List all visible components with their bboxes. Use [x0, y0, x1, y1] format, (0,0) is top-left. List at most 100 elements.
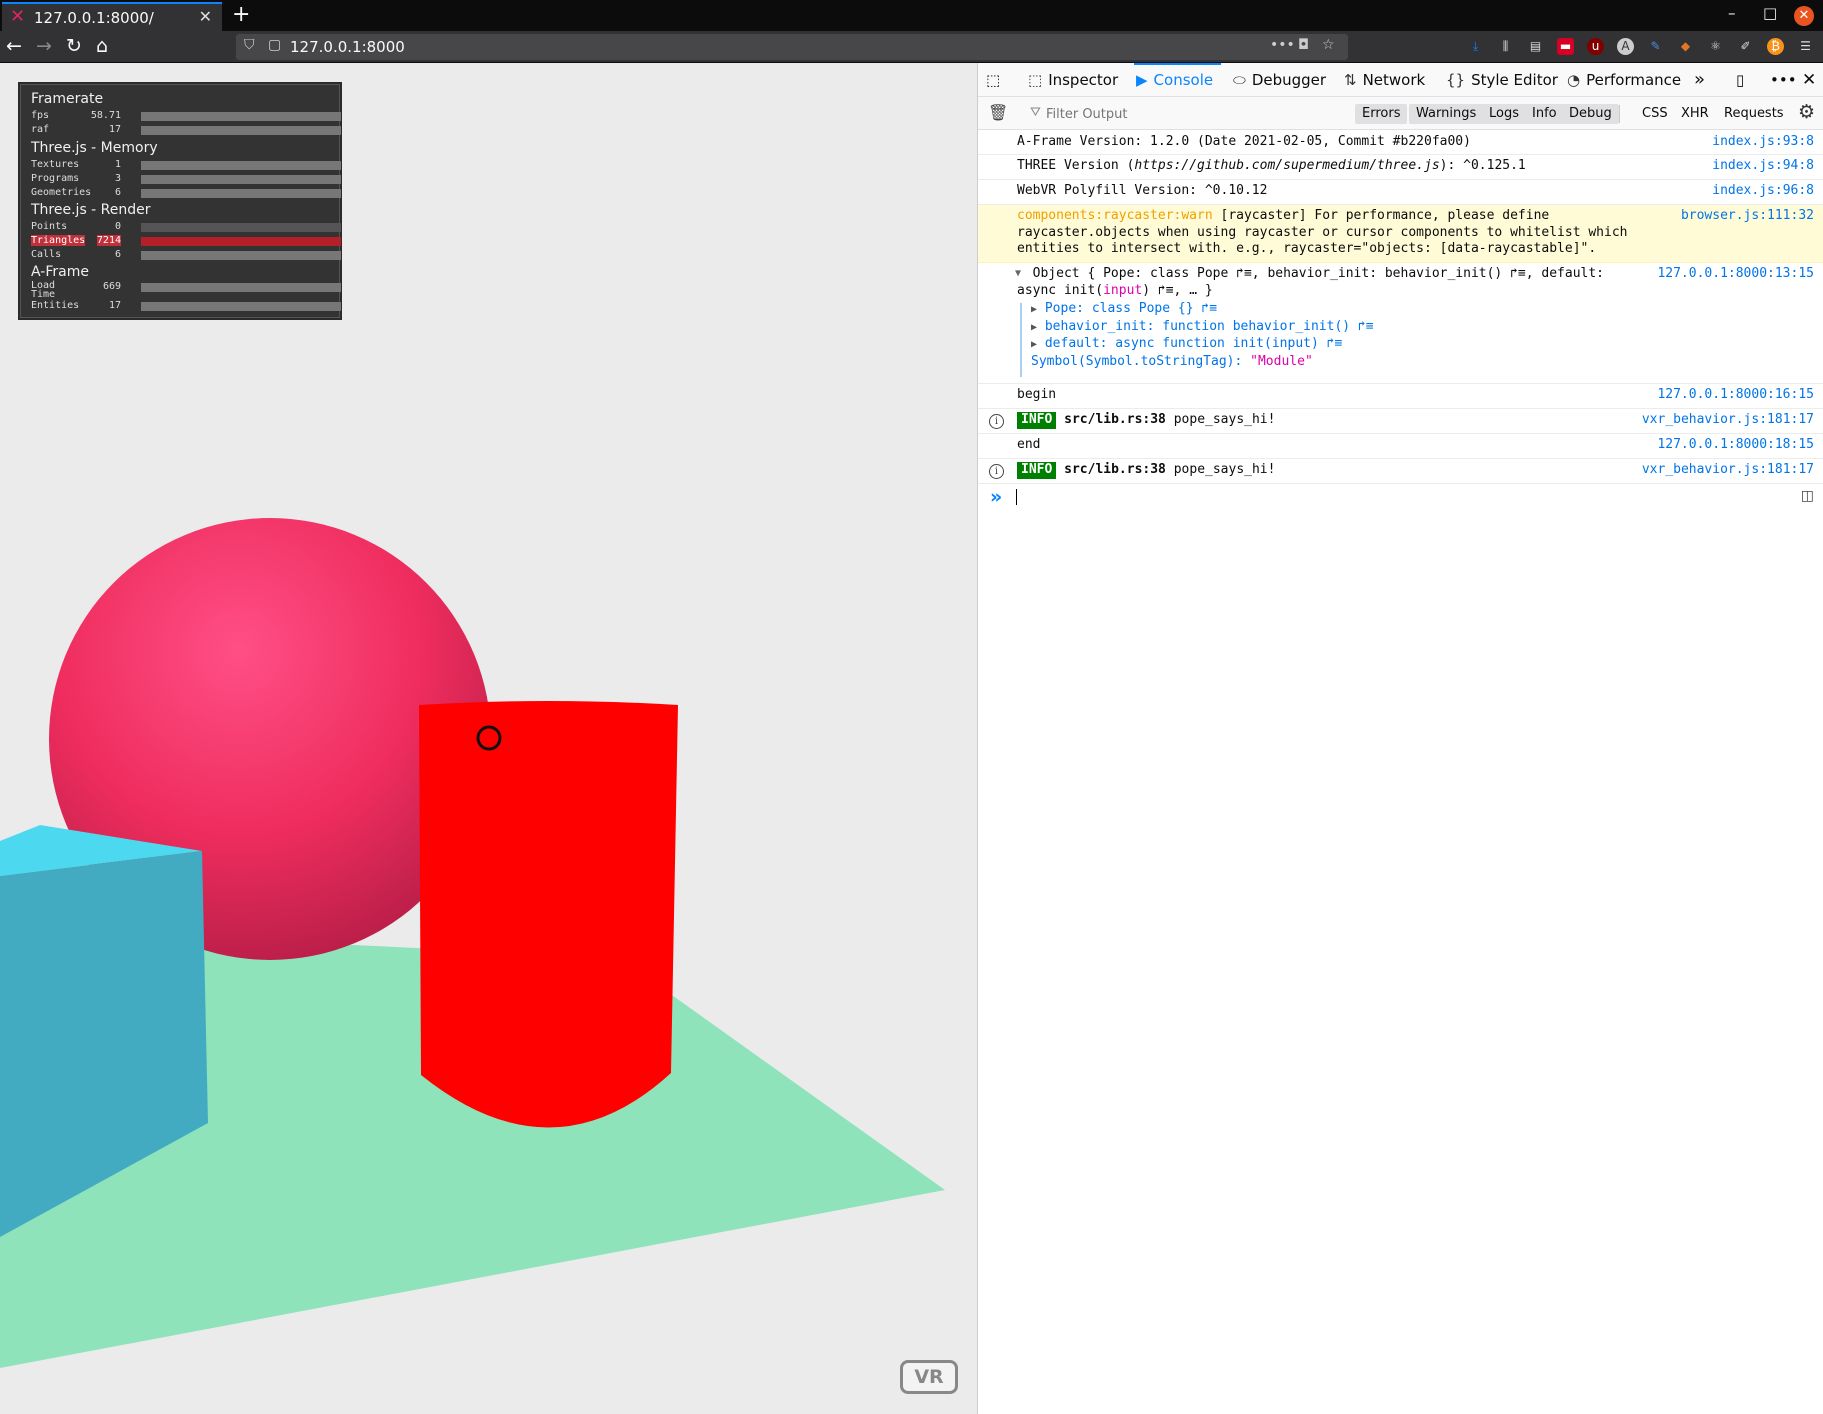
- stats-row: Programs 3: [31, 173, 341, 185]
- message-source-link[interactable]: index.js:94:8: [1712, 158, 1814, 173]
- home-icon[interactable]: ⌂: [96, 35, 108, 57]
- shield-icon[interactable]: ⛉: [244, 37, 255, 53]
- close-devtools-icon[interactable]: ✕: [1802, 63, 1816, 97]
- message-source-link[interactable]: 127.0.0.1:8000:13:15: [1657, 266, 1814, 281]
- performance-icon: ◔: [1567, 71, 1581, 89]
- split-console-editor-icon[interactable]: ◫: [1801, 488, 1814, 504]
- more-tabs-chevron-icon[interactable]: »: [1694, 63, 1705, 97]
- page-info-icon[interactable]: ▢: [268, 37, 281, 53]
- eyedropper-icon[interactable]: ✎: [1647, 38, 1664, 55]
- message-source-link[interactable]: index.js:93:8: [1712, 134, 1814, 149]
- close-window-button[interactable]: ✕: [1794, 6, 1814, 26]
- tab-style-editor[interactable]: {} Style Editor: [1446, 63, 1558, 97]
- stats-render-title: Three.js - Render: [31, 202, 151, 218]
- filter-output-input[interactable]: [1046, 103, 1296, 125]
- tab-inspector[interactable]: ⬚ Inspector: [1028, 63, 1118, 97]
- stats-bar: [141, 302, 341, 311]
- downloads-icon[interactable]: ⤓: [1467, 38, 1484, 55]
- message-source-link[interactable]: index.js:96:8: [1712, 183, 1814, 198]
- back-arrow-icon[interactable]: ←: [6, 35, 22, 57]
- stats-row: Load Time 669: [31, 281, 341, 300]
- minimize-window-button[interactable]: –: [1728, 4, 1736, 22]
- tab-close-icon[interactable]: ✕: [199, 7, 212, 26]
- message-source-link[interactable]: vxr_behavior.js:181:17: [1642, 462, 1814, 477]
- stats-row: raf 17: [31, 124, 341, 136]
- forward-arrow-icon[interactable]: →: [36, 35, 52, 57]
- browser-tab[interactable]: ✕ 127.0.0.1:8000/ ✕: [2, 2, 222, 31]
- message-source-link[interactable]: vxr_behavior.js:181:17: [1642, 412, 1814, 427]
- library-icon[interactable]: ⫼: [1497, 38, 1514, 55]
- tab-title: 127.0.0.1:8000/: [34, 9, 154, 27]
- console-input-row[interactable]: » ◫: [978, 484, 1823, 512]
- ublock-icon[interactable]: u: [1587, 38, 1604, 55]
- message-source-link[interactable]: browser.js:111:32: [1681, 208, 1814, 223]
- sidebar-icon[interactable]: ▤: [1527, 38, 1544, 55]
- info-icon: i: [989, 464, 1004, 479]
- stats-panel: Framerate fps 58.71 raf 17 Three.js - Memo…: [20, 84, 341, 318]
- page-actions-icon[interactable]: •••: [1270, 37, 1295, 53]
- metamask-icon[interactable]: ◆: [1677, 38, 1694, 55]
- console-warning-message[interactable]: components:raycaster:warn [raycaster] Fo…: [978, 205, 1823, 263]
- expand-arrow-icon[interactable]: ▶: [1031, 304, 1037, 315]
- filter-logs-button[interactable]: Logs: [1482, 104, 1526, 124]
- extension-pen-icon[interactable]: ✐: [1737, 38, 1754, 55]
- filter-warnings-button[interactable]: Warnings: [1409, 104, 1484, 124]
- stats-bar: [141, 223, 341, 232]
- object-property-row[interactable]: ▶ Pope: class Pope {} ↱≡: [1031, 301, 1374, 319]
- reload-icon[interactable]: ↻: [66, 35, 82, 57]
- element-picker-icon[interactable]: ⬚: [986, 63, 1012, 97]
- tab-network[interactable]: ⇅ Network: [1344, 63, 1425, 97]
- console-message[interactable]: THREE Version (https://github.com/superm…: [978, 155, 1823, 180]
- filter-requests-button[interactable]: Requests: [1724, 104, 1784, 124]
- tab-performance[interactable]: ◔ Performance: [1567, 63, 1681, 97]
- debugger-icon: ⬭: [1233, 71, 1246, 89]
- console-input[interactable]: [1018, 486, 1768, 508]
- filter-xhr-button[interactable]: XHR: [1681, 104, 1709, 124]
- object-property-row[interactable]: ▶ behavior_init: function behavior_init(…: [1031, 319, 1374, 337]
- console-info-message[interactable]: i INFO src/lib.rs:38 pope_says_hi! vxr_b…: [978, 459, 1823, 484]
- bitcoin-extension-icon[interactable]: ₿: [1767, 38, 1784, 55]
- console-settings-gear-icon[interactable]: ⚙: [1798, 101, 1815, 123]
- tab-debugger[interactable]: ⬭ Debugger: [1233, 63, 1326, 97]
- message-source-link[interactable]: 127.0.0.1:8000:16:15: [1657, 387, 1814, 402]
- new-tab-button[interactable]: +: [232, 2, 250, 27]
- responsive-design-icon[interactable]: ▯: [1736, 63, 1744, 97]
- console-message[interactable]: end 127.0.0.1:8000:18:15: [978, 434, 1823, 459]
- console-message[interactable]: WebVR Polyfill Version: ^0.10.12 index.j…: [978, 180, 1823, 205]
- console-info-message[interactable]: i INFO src/lib.rs:38 pope_says_hi! vxr_b…: [978, 409, 1823, 434]
- pocket-icon[interactable]: ◘: [1298, 37, 1309, 53]
- tab-console[interactable]: ▶ Console: [1134, 63, 1222, 97]
- filter-icon: ⛛: [1030, 105, 1041, 120]
- info-badge: INFO: [1017, 462, 1057, 479]
- expand-arrow-icon[interactable]: ▶: [1031, 322, 1037, 333]
- account-icon[interactable]: A: [1617, 38, 1634, 55]
- console-object-message[interactable]: ▼ Object { Pope: class Pope ↱≡, behavior…: [978, 263, 1823, 384]
- console-message[interactable]: A-Frame Version: 1.2.0 (Date 2021-02-05,…: [978, 131, 1823, 155]
- url-text[interactable]: 127.0.0.1:8000: [290, 38, 405, 56]
- bookmark-star-icon[interactable]: ☆: [1322, 37, 1335, 53]
- aframe-scene-viewport[interactable]: Framerate fps 58.71 raf 17 Three.js - Memo…: [0, 63, 977, 1414]
- stats-bar: [141, 251, 341, 260]
- stats-row: fps 58.71: [31, 110, 341, 122]
- react-devtools-icon[interactable]: ⚛: [1707, 38, 1724, 55]
- filter-debug-button[interactable]: Debug: [1562, 104, 1619, 124]
- console-message[interactable]: begin 127.0.0.1:8000:16:15: [978, 384, 1823, 409]
- maximize-window-button[interactable]: □: [1763, 4, 1777, 22]
- divider: [1619, 105, 1620, 123]
- address-bar[interactable]: ⛉ ▢ 127.0.0.1:8000 ••• ◘ ☆: [236, 34, 1348, 60]
- expand-arrow-icon[interactable]: ▶: [1031, 339, 1037, 350]
- filter-css-button[interactable]: CSS: [1642, 104, 1668, 124]
- object-property-row[interactable]: ▶ default: async function init(input) ↱≡: [1031, 336, 1374, 354]
- extension-icon[interactable]: ▬: [1557, 38, 1574, 55]
- stats-row-alert: Triangles 7214: [31, 235, 341, 247]
- devtools-options-icon[interactable]: •••: [1770, 63, 1797, 97]
- filter-info-button[interactable]: Info: [1525, 104, 1564, 124]
- menu-hamburger-icon[interactable]: ☰: [1797, 38, 1814, 55]
- filter-errors-button[interactable]: Errors: [1355, 104, 1408, 124]
- stats-bar: [141, 283, 341, 292]
- message-source-link[interactable]: 127.0.0.1:8000:18:15: [1657, 437, 1814, 452]
- trash-icon[interactable]: 🗑: [988, 103, 1008, 122]
- inspector-icon: ⬚: [1028, 71, 1043, 89]
- enter-vr-button[interactable]: VR: [900, 1360, 958, 1394]
- info-badge: INFO: [1017, 412, 1057, 429]
